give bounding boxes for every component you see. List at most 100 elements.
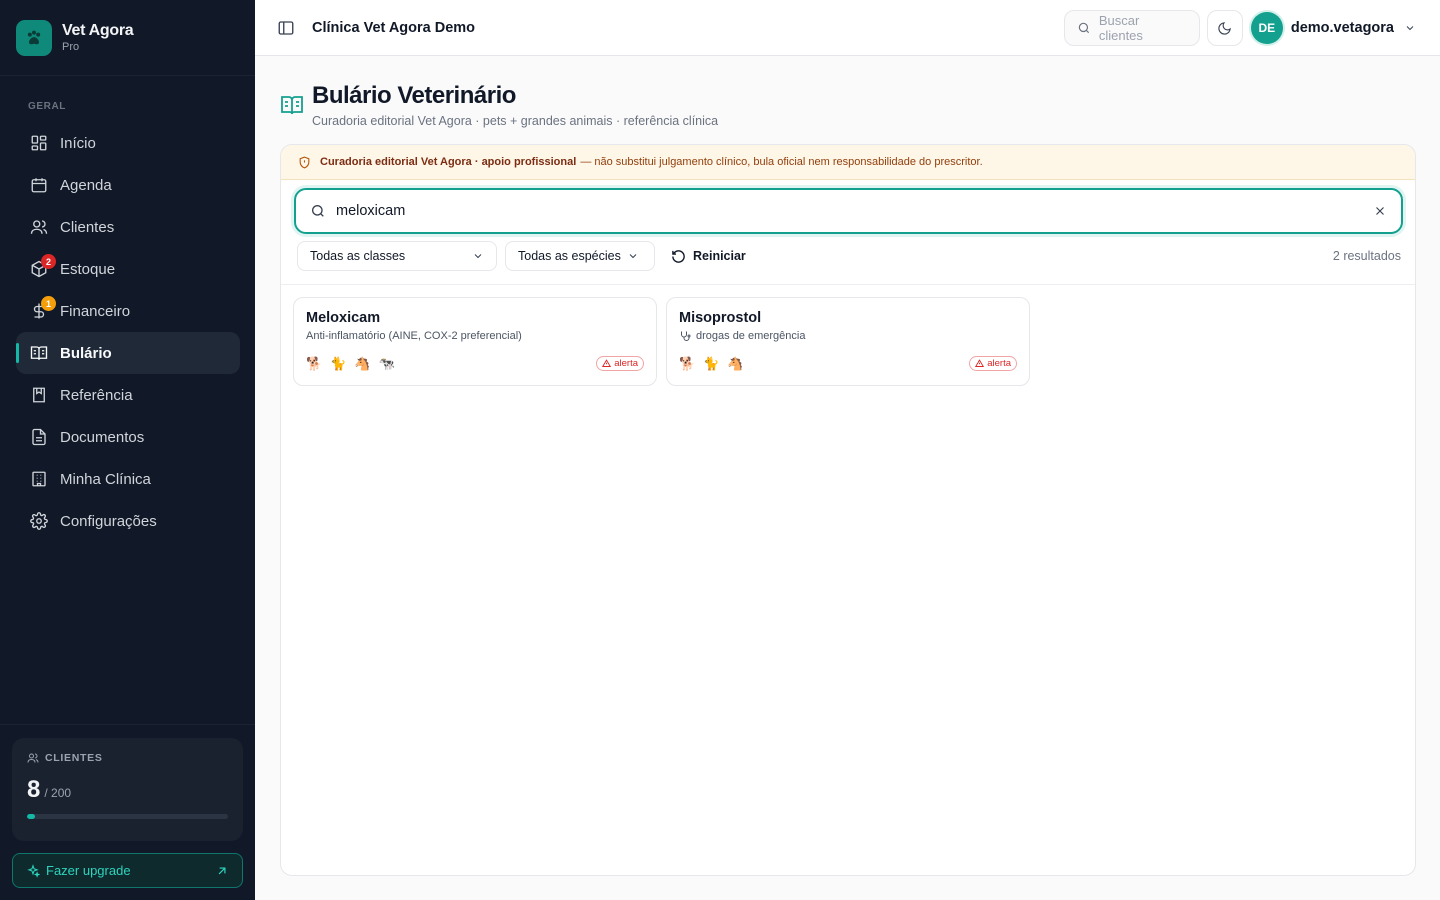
- building-icon: [32, 471, 46, 487]
- warning-triangle-icon: [602, 358, 612, 367]
- usage-progress-bar: [27, 814, 228, 819]
- clinic-name: Clínica Vet Agora Demo: [312, 19, 476, 36]
- drug-result-card[interactable]: Misoprostol drogas de emergência 🐕 🐈 🐴 a…: [666, 297, 1030, 386]
- client-search-placeholder: Buscar clientes: [1098, 13, 1143, 43]
- alert-label: alerta: [987, 357, 1011, 369]
- page-title: Bulário Veterinário: [312, 82, 516, 109]
- stethoscope-icon: [681, 331, 691, 341]
- search-icon: [312, 205, 324, 217]
- cat-icon: 🐈: [703, 355, 720, 371]
- usage-progress-fill: [27, 814, 36, 819]
- divider: [281, 284, 1415, 285]
- disclaimer-bold: Curadoria editorial Vet Agora · apoio pr…: [320, 156, 577, 168]
- chevron-down-icon: [474, 254, 482, 259]
- class-filter-select[interactable]: Todas as classes: [297, 241, 497, 271]
- species-filter-value: Todas as espécies: [518, 249, 621, 263]
- moon-icon: [1218, 21, 1232, 35]
- drug-description: drogas de emergência: [679, 330, 1017, 342]
- drug-result-card[interactable]: Meloxicam Anti-inflamatório (AINE, COX-2…: [293, 297, 657, 386]
- nav-section-label: GERAL: [28, 101, 66, 112]
- reset-label: Reiniciar: [693, 249, 746, 263]
- brand-name: Vet Agora: [62, 22, 134, 39]
- sidebar-item-label: Agenda: [60, 176, 112, 194]
- sidebar-item-agenda[interactable]: Agenda: [16, 164, 240, 206]
- drug-search-input[interactable]: [336, 203, 1373, 219]
- horse-icon: 🐴: [354, 355, 371, 371]
- sidebar-item-minha-clinica[interactable]: Minha Clínica: [16, 458, 240, 500]
- theme-toggle-button[interactable]: [1206, 10, 1243, 46]
- page-subtitle: Curadoria editorial Vet Agora · pets + g…: [312, 114, 719, 128]
- shield-alert-icon: [299, 156, 310, 169]
- sidebar-item-label: Documentos: [60, 428, 145, 446]
- drug-description-text: drogas de emergência: [696, 330, 806, 342]
- alert-badge: alerta: [596, 355, 644, 371]
- warning-triangle-icon: [975, 358, 985, 367]
- user-menu[interactable]: DE demo.vetagora: [1250, 12, 1416, 44]
- sidebar-item-bulario[interactable]: Bulário: [16, 332, 240, 374]
- close-icon[interactable]: [1373, 204, 1387, 218]
- sidebar-toggle-icon[interactable]: [277, 19, 295, 37]
- drug-card-footer: 🐕 🐈 🐴 🐄 alerta: [306, 355, 644, 371]
- sidebar-item-label: Estoque: [60, 260, 116, 278]
- sidebar-item-label: Referência: [60, 386, 133, 404]
- client-search-button[interactable]: Buscar clientes: [1063, 10, 1200, 46]
- alert-label: alerta: [614, 357, 638, 369]
- notification-badge: 1: [41, 296, 56, 311]
- upgrade-label: Fazer upgrade: [46, 863, 131, 878]
- upgrade-button[interactable]: Fazer upgrade: [12, 853, 243, 888]
- sidebar-item-estoque[interactable]: 2 Estoque: [16, 248, 240, 290]
- brand[interactable]: Vet Agora Pro: [0, 0, 255, 76]
- sidebar-footer: CLIENTES 8 / 200 Fazer upgrade: [0, 724, 255, 900]
- sidebar-item-label: Clientes: [60, 218, 115, 236]
- sidebar-item-financeiro[interactable]: 1 Financeiro: [16, 290, 240, 332]
- sidebar-item-label: Financeiro: [60, 302, 131, 320]
- page-header: Bulário Veterinário Curadoria editorial …: [280, 82, 718, 128]
- horse-icon: 🐴: [727, 355, 744, 371]
- filter-bar: Todas as classes Todas as espécies Reini…: [297, 241, 1401, 271]
- sidebar-item-documentos[interactable]: Documentos: [16, 416, 240, 458]
- topbar: Clínica Vet Agora Demo Buscar clientes D…: [255, 0, 1440, 56]
- brand-plan: Pro: [62, 41, 80, 53]
- search-icon: [1078, 22, 1089, 34]
- bookmark-book-icon: [33, 387, 45, 403]
- rotate-ccw-icon: [672, 249, 685, 263]
- sparkles-icon: [27, 863, 40, 878]
- gear-icon: [30, 512, 48, 530]
- sidebar-item-label: Minha Clínica: [60, 470, 151, 488]
- drug-library-card: Curadoria editorial Vet Agora · apoio pr…: [280, 144, 1416, 876]
- drug-card-footer: 🐕 🐈 🐴 alerta: [679, 355, 1017, 371]
- result-count: 2 resultados: [1332, 249, 1401, 263]
- class-filter-value: Todas as classes: [310, 249, 406, 263]
- dashboard-icon: [31, 135, 47, 151]
- drug-name: Misoprostol: [679, 310, 762, 326]
- sidebar-item-clientes[interactable]: Clientes: [16, 206, 240, 248]
- user-name: demo.vetagora: [1290, 20, 1394, 36]
- sidebar-item-label: Bulário: [60, 344, 112, 362]
- notification-badge: 2: [41, 254, 56, 269]
- client-usage-card: CLIENTES 8 / 200: [12, 738, 243, 841]
- drug-name: Meloxicam: [306, 310, 381, 326]
- dog-icon: 🐕: [306, 355, 323, 371]
- drug-search-field[interactable]: [294, 188, 1403, 234]
- sidebar-item-configuracoes[interactable]: Configurações: [16, 500, 240, 542]
- sidebar-item-referencia[interactable]: Referência: [16, 374, 240, 416]
- book-icon: [30, 346, 48, 360]
- chevron-down-icon: [629, 254, 637, 259]
- reset-filters-button[interactable]: Reiniciar: [671, 249, 746, 264]
- usage-label: CLIENTES: [45, 752, 103, 764]
- species-filter-select[interactable]: Todas as espécies: [505, 241, 655, 271]
- users-icon: [30, 220, 48, 234]
- cat-icon: 🐈: [330, 355, 347, 371]
- drug-description: Anti-inflamatório (AINE, COX-2 preferenc…: [306, 330, 644, 342]
- disclaimer-text: — não substitui julgamento clínico, bula…: [580, 156, 983, 168]
- cow-icon: 🐄: [378, 355, 395, 371]
- book-icon: [281, 96, 303, 115]
- file-icon: [32, 428, 46, 446]
- usage-count: 8: [27, 776, 41, 803]
- editorial-disclaimer: Curadoria editorial Vet Agora · apoio pr…: [281, 145, 1415, 180]
- usage-total: / 200: [44, 786, 72, 800]
- sidebar-item-inicio[interactable]: Início: [16, 122, 240, 164]
- drug-description-text: Anti-inflamatório (AINE, COX-2 preferenc…: [306, 330, 522, 342]
- avatar: DE: [1250, 12, 1283, 44]
- dog-icon: 🐕: [679, 355, 696, 371]
